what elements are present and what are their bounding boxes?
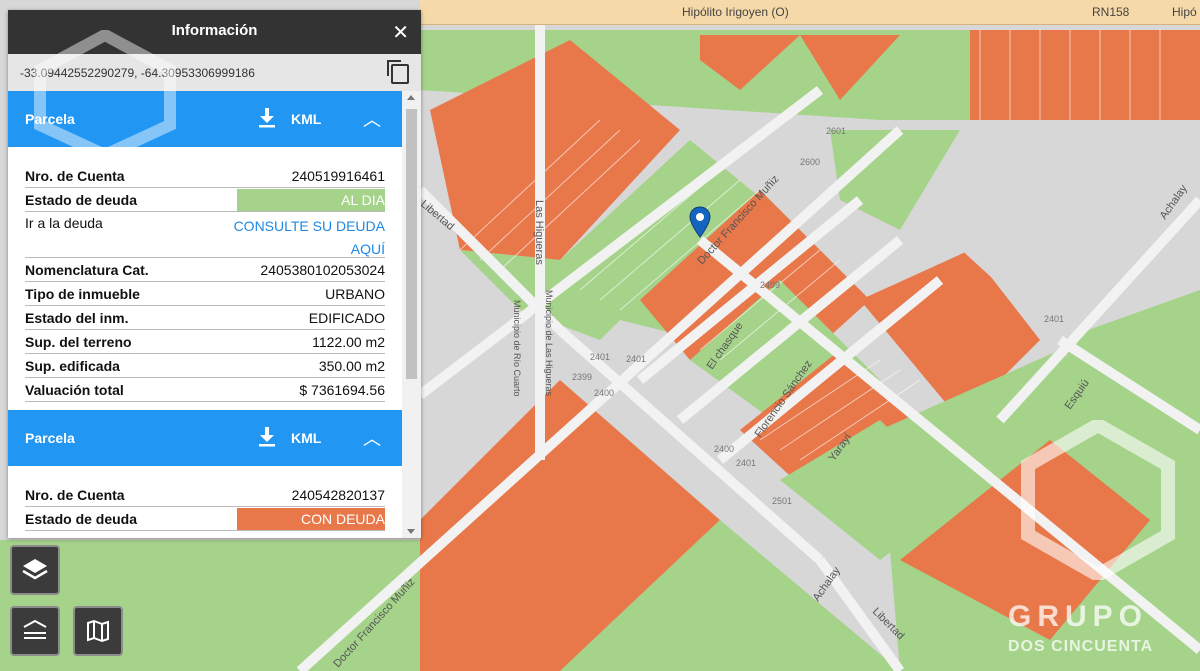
detail-label: Valuación total [25,381,124,398]
detail-value: 2405380102053024 [260,261,385,278]
street-label-las-higueras: Las Higueras [533,200,545,265]
detail-value: $ 7361694.56 [299,381,385,398]
detail-label: Sup. del terreno [25,333,132,350]
debt-query-link[interactable]: CONSULTE SU DEUDA AQUÍ [234,215,385,261]
scrollbar-thumb[interactable] [406,109,417,379]
detail-label: Nro. de Cuenta [25,486,125,503]
detail-row-valuacion: Valuación total $ 7361694.56 [25,378,385,402]
house-number: 2401 [590,352,610,362]
detail-label: Estado del inm. [25,309,129,326]
debt-status-badge: AL DIA [237,188,385,211]
detail-row-cuenta: Nro. de Cuenta 240542820137 [25,483,385,507]
house-number: 2499 [760,280,780,290]
detail-row-estado: Estado del inm. EDIFICADO [25,306,385,330]
house-number: 2401 [736,458,756,468]
parcel-section-header[interactable]: Parcela KML ︿ [8,410,402,466]
close-icon[interactable]: ✕ [392,20,409,45]
layers-icon [22,559,48,580]
street-label-hipolito: Hipólito Irigoyen (O) [682,5,789,19]
layers-button[interactable] [10,545,60,595]
house-number: 2601 [826,126,846,136]
map-icon [87,619,109,643]
parcel-section-title: Parcela [25,430,75,446]
road-shield-rn158: RN158 [1092,5,1130,19]
detail-label: Tipo de inmueble [25,285,140,302]
house-number: 2600 [800,157,820,167]
detail-label: Nomenclatura Cat. [25,261,149,278]
detail-row-ir-deuda: Ir a la deuda CONSULTE SU DEUDA AQUÍ [25,212,385,258]
chevron-up-icon[interactable]: ︿ [363,425,381,451]
scroll-up-icon[interactable] [407,95,415,100]
detail-value: URBANO [325,285,385,302]
map-view-button[interactable] [73,606,123,656]
detail-label: Estado de deuda [25,510,138,527]
detail-label: Sup. edificada [25,357,120,374]
base-layers-button[interactable] [10,606,60,656]
detail-row-sup-edificada: Sup. edificada 350.00 m2 [25,354,385,378]
debt-query-link-line1[interactable]: CONSULTE SU DEUDA [234,218,385,234]
street-label-hipolito-2: Hipó [1172,5,1197,19]
stacked-layers-icon [23,619,47,639]
kml-download-button[interactable]: KML [291,111,321,127]
house-number: 2501 [772,496,792,506]
detail-row-nomenclatura: Nomenclatura Cat. 2405380102053024 [25,258,385,282]
scrollbar[interactable] [402,91,421,538]
detail-row-deuda: Estado de deuda AL DIA [25,188,385,212]
detail-value: 240542820137 [291,486,385,503]
detail-row-cuenta: Nro. de Cuenta 240519916461 [25,164,385,188]
parcel-details: Nro. de Cuenta 240542820137 Estado de de… [8,466,402,538]
debt-status-badge: CON DEUDA [237,507,385,530]
detail-row-deuda: Estado de deuda CON DEUDA [25,507,385,531]
watermark-subtext: DOS CINCUENTA [1008,638,1154,655]
parcel-details: Nro. de Cuenta 240519916461 Estado de de… [8,147,402,410]
kml-download-button[interactable]: KML [291,430,321,446]
house-number: 2400 [714,444,734,454]
detail-value: EDIFICADO [308,309,385,326]
copy-icon[interactable] [387,60,409,84]
boundary-label-municipio-2: Municipio de Río Cuarto [512,300,522,397]
detail-row-sup-terreno: Sup. del terreno 1122.00 m2 [25,330,385,354]
detail-value: 350.00 m2 [318,357,385,374]
grupo-logo-icon [1021,420,1175,580]
watermark-logo-icon [34,30,176,160]
scroll-down-icon[interactable] [407,529,415,534]
road-bar-rn158: Hipólito Irigoyen (O) RN158 Hipó [420,0,1200,25]
detail-label: Estado de deuda [25,191,138,208]
download-icon[interactable] [258,107,276,129]
location-pin-icon[interactable] [689,206,711,238]
detail-label: Ir a la deuda [25,215,103,231]
detail-value: 1122.00 m2 [312,333,385,350]
house-number: 2401 [626,354,646,364]
house-number: 2401 [1044,314,1064,324]
download-icon[interactable] [258,426,276,448]
boundary-label-municipio: Municipio de Las Higueras [544,290,554,397]
detail-label: Nro. de Cuenta [25,167,125,184]
detail-value: 240519916461 [291,167,385,184]
chevron-up-icon[interactable]: ︿ [363,106,381,132]
debt-query-link-line2[interactable]: AQUÍ [351,241,385,257]
watermark-text: GRUPO [1008,600,1149,633]
house-number: 2400 [594,388,614,398]
house-number: 2399 [572,372,592,382]
detail-row-tipo: Tipo de inmueble URBANO [25,282,385,306]
